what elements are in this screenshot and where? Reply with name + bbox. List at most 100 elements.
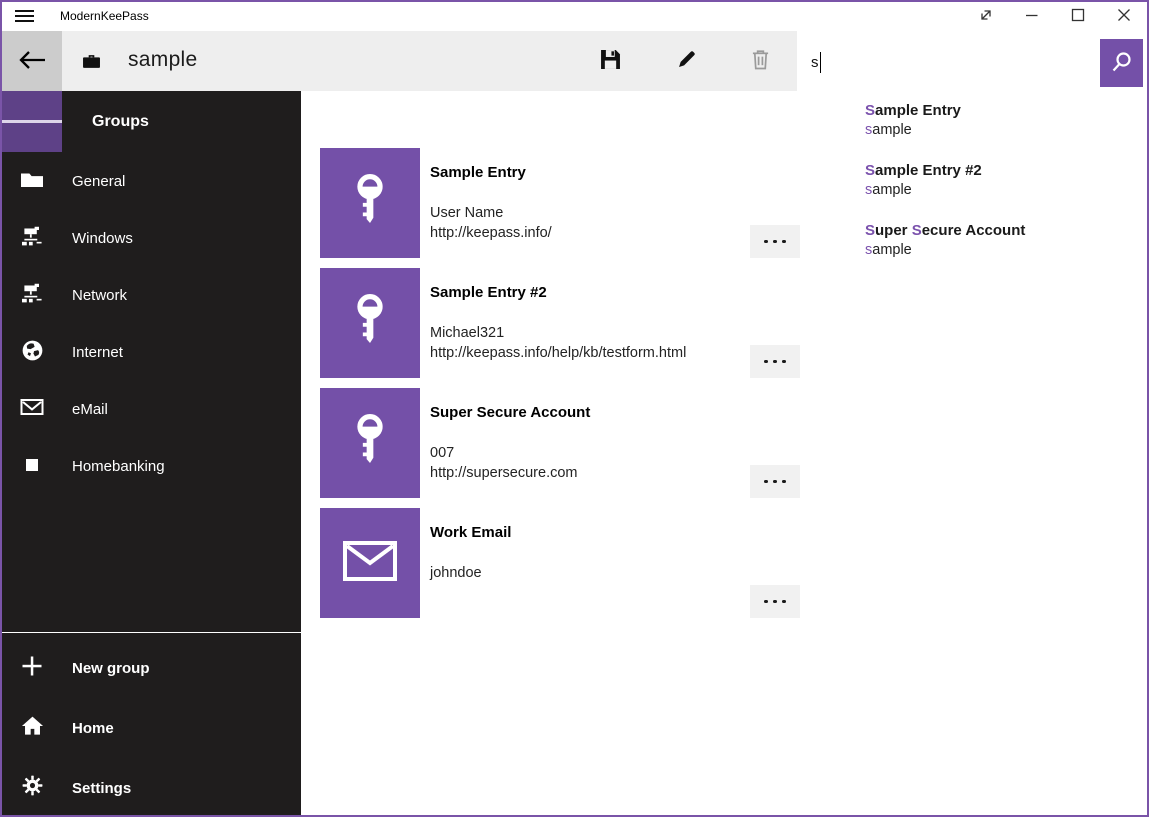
suggestion-subtitle: sample <box>865 120 1147 140</box>
search-suggestion[interactable]: Sample Entry #2sample <box>797 161 1147 221</box>
sidebar-item-settings[interactable]: Settings <box>2 758 301 817</box>
titlebar: ModernKeePass <box>2 2 1147 31</box>
search-input[interactable]: s <box>797 37 1100 87</box>
entry-more-button[interactable] <box>750 585 800 618</box>
entry-text: Sample Entry User Namehttp://keepass.info… <box>430 148 740 243</box>
entry-tile <box>320 268 420 378</box>
entry-url: http://keepass.info/help/kb/testform.htm… <box>430 343 740 363</box>
entry-title: Sample Entry #2 <box>430 284 740 301</box>
entry-url: http://supersecure.com <box>430 463 740 483</box>
entry-title: Work Email <box>430 524 740 541</box>
sidebar-item-label: Settings <box>72 780 131 797</box>
sidebar-item-label: Network <box>72 287 127 304</box>
sidebar-item-email[interactable]: eMail <box>2 381 301 438</box>
sidebar-item-label: Internet <box>72 344 123 361</box>
network-icon <box>21 226 44 252</box>
sidebar-divider <box>2 632 301 633</box>
entry-row[interactable]: Sample Entry #2 Michael321http://keepass.… <box>320 268 800 378</box>
group-list: General Windows Network Internet eMail Homeba… <box>2 153 301 495</box>
pencil-icon <box>676 49 697 73</box>
sidebar-item-network[interactable]: Network <box>2 267 301 324</box>
search-suggestion[interactable]: Sample Entrysample <box>797 101 1147 161</box>
entry-row[interactable]: Super Secure Account 007http://supersecur… <box>320 388 800 498</box>
folder-icon <box>20 171 44 193</box>
globe-icon <box>21 339 44 367</box>
sidebar: Groups General Windows Network Internet eMai… <box>2 91 301 815</box>
match-highlight: s <box>865 242 872 258</box>
match-highlight: s <box>865 122 872 138</box>
plus-icon <box>21 655 43 682</box>
minimize-icon <box>1022 5 1042 28</box>
sidebar-footer: New groupHome Settings <box>2 638 301 817</box>
delete-button[interactable] <box>736 31 784 91</box>
key-icon <box>349 412 391 475</box>
sidebar-item-general[interactable]: General <box>2 153 301 210</box>
suggestion-title: Super Secure Account <box>865 221 1147 240</box>
sidebar-item-internet[interactable]: Internet <box>2 324 301 381</box>
entry-title: Sample Entry <box>430 164 740 181</box>
entry-text: Work Email johndoe <box>430 508 740 583</box>
search-query-text: s <box>811 54 819 71</box>
window-controls <box>963 2 1147 31</box>
entry-username: johndoe <box>430 563 740 583</box>
sidebar-item-new-group[interactable]: New group <box>2 638 301 698</box>
maximize-icon <box>1068 5 1088 28</box>
close-button[interactable] <box>1101 2 1147 31</box>
groups-heading: Groups <box>92 91 149 152</box>
sidebar-item-home[interactable]: Home <box>2 698 301 758</box>
entry-more-button[interactable] <box>750 225 800 258</box>
entry-username: Michael321 <box>430 323 740 343</box>
edit-button[interactable] <box>662 31 710 91</box>
entry-details: User Namehttp://keepass.info/ <box>430 203 740 243</box>
sidebar-item-label: General <box>72 173 125 190</box>
fullscreen-button[interactable] <box>963 2 1009 31</box>
entry-details: johndoe <box>430 563 740 583</box>
suggestion-title: Sample Entry <box>865 101 1147 120</box>
hamburger-icon <box>15 10 34 23</box>
close-icon <box>1114 5 1134 28</box>
mail-icon <box>343 541 397 586</box>
match-highlight: s <box>865 182 872 198</box>
entry-text: Sample Entry #2 Michael321http://keepass.… <box>430 268 740 363</box>
database-icon <box>82 53 101 74</box>
entry-username: User Name <box>430 203 740 223</box>
gear-icon <box>22 775 43 801</box>
appbar: sample <box>2 31 797 91</box>
entry-row[interactable]: Sample Entry User Namehttp://keepass.info… <box>320 148 800 258</box>
maximize-button[interactable] <box>1055 2 1101 31</box>
mail-icon <box>20 398 44 421</box>
entry-details: Michael321http://keepass.info/help/kb/te… <box>430 323 740 363</box>
database-title: sample <box>128 31 198 91</box>
search-suggestions: Sample EntrysampleSample Entry #2sampleS… <box>797 101 1147 281</box>
search-icon <box>1111 51 1133 76</box>
text-caret <box>820 52 822 73</box>
save-button[interactable] <box>586 31 634 91</box>
sidebar-item-label: eMail <box>72 401 108 418</box>
entry-tile <box>320 508 420 618</box>
sidebar-item-label: Windows <box>72 230 133 247</box>
sidebar-item-windows[interactable]: Windows <box>2 210 301 267</box>
search-suggestion[interactable]: Super Secure Accountsample <box>797 221 1147 281</box>
entry-tile <box>320 148 420 258</box>
match-highlight: S <box>865 162 875 179</box>
entry-more-button[interactable] <box>750 465 800 498</box>
entry-tile <box>320 388 420 498</box>
back-button[interactable] <box>2 31 62 91</box>
entry-list: Sample EntryUser Namehttp://keepass.info… <box>320 148 800 628</box>
network-icon <box>21 283 44 309</box>
entry-url: http://keepass.info/ <box>430 223 740 243</box>
entry-text: Super Secure Account 007http://supersecur… <box>430 388 740 483</box>
search-button[interactable] <box>1100 39 1143 87</box>
sidebar-item-homebanking[interactable]: Homebanking <box>2 438 301 495</box>
entry-username: 007 <box>430 443 740 463</box>
match-highlight: S <box>912 222 922 239</box>
minimize-button[interactable] <box>1009 2 1055 31</box>
key-icon <box>349 172 391 235</box>
match-highlight: S <box>865 222 875 239</box>
entry-more-button[interactable] <box>750 345 800 378</box>
trash-icon <box>751 49 770 73</box>
entry-row[interactable]: Work Email johndoe <box>320 508 800 618</box>
sidebar-hamburger-button[interactable] <box>2 91 62 152</box>
app-window: ModernKeePass <box>0 0 1149 817</box>
entry-title: Super Secure Account <box>430 404 740 421</box>
